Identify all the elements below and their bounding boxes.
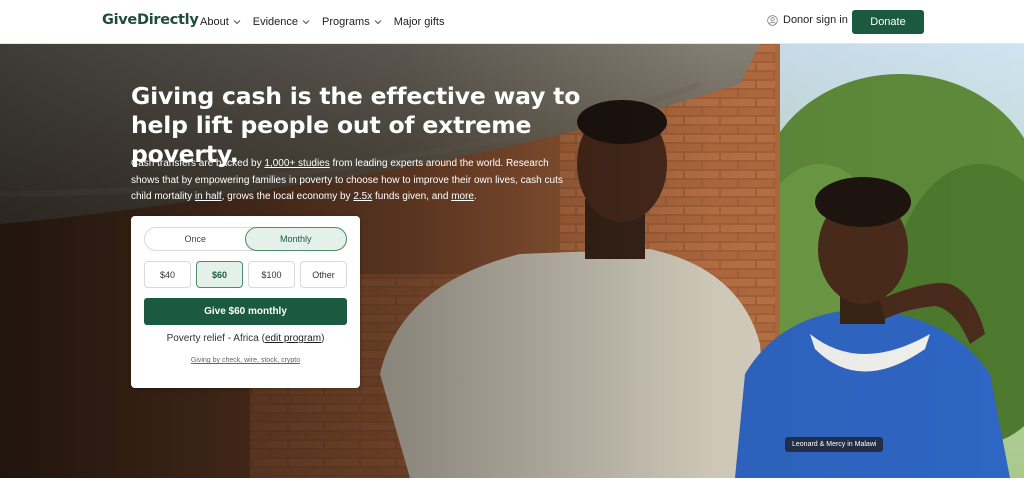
amount-60[interactable]: $60 bbox=[196, 261, 243, 288]
more-link[interactable]: more bbox=[451, 191, 474, 202]
nav-major-gifts-label: Major gifts bbox=[393, 16, 445, 28]
studies-link[interactable]: 1,000+ studies bbox=[264, 158, 329, 169]
economy-multiplier-link[interactable]: 2.5x bbox=[353, 191, 372, 202]
give-button[interactable]: Give $60 monthly bbox=[144, 298, 347, 325]
nav-about-label: About bbox=[200, 16, 229, 28]
subcopy-text: . bbox=[473, 191, 477, 202]
donate-card: Once Monthly $40 $60 $100 Other Give $60… bbox=[131, 216, 360, 388]
program-line: Poverty relief - Africa (edit program) bbox=[131, 333, 360, 344]
chevron-down-icon bbox=[233, 20, 241, 25]
nav-about[interactable]: About bbox=[200, 16, 241, 28]
nav-evidence[interactable]: Evidence bbox=[253, 16, 310, 28]
amount-other[interactable]: Other bbox=[300, 261, 347, 288]
site-header: GiveDirectly About Evidence Programs Maj… bbox=[0, 0, 1024, 44]
main-nav: About Evidence Programs Major gifts bbox=[200, 0, 456, 44]
nav-evidence-label: Evidence bbox=[252, 16, 299, 28]
program-prefix: Poverty relief - Africa ( bbox=[166, 333, 265, 344]
hero-section: Giving cash is the effective way to help… bbox=[0, 44, 1024, 478]
donor-signin-label: Donor sign in bbox=[783, 14, 848, 26]
other-giving-methods-link[interactable]: Giving by check, wire, stock, crypto bbox=[131, 357, 360, 364]
frequency-once[interactable]: Once bbox=[145, 228, 246, 250]
program-suffix: ) bbox=[321, 333, 325, 344]
amount-100[interactable]: $100 bbox=[248, 261, 295, 288]
chevron-down-icon bbox=[302, 20, 310, 25]
donate-button[interactable]: Donate bbox=[852, 10, 924, 34]
subcopy-text: funds given, and bbox=[372, 191, 452, 202]
site-logo[interactable]: GiveDirectly bbox=[102, 12, 199, 28]
frequency-toggle: Once Monthly bbox=[144, 227, 347, 251]
nav-programs-label: Programs bbox=[322, 16, 370, 28]
user-icon bbox=[767, 14, 778, 26]
amount-options: $40 $60 $100 Other bbox=[144, 261, 347, 288]
chevron-down-icon bbox=[374, 20, 382, 25]
photo-caption: Leonard & Mercy in Malawi bbox=[785, 437, 884, 452]
donor-signin-link[interactable]: Donor sign in bbox=[767, 14, 848, 26]
hero-subcopy: Cash transfers are backed by 1,000+ stud… bbox=[131, 156, 571, 206]
amount-40[interactable]: $40 bbox=[144, 261, 191, 288]
subcopy-text: Cash transfers are backed by bbox=[131, 158, 265, 169]
subcopy-text: , grows the local economy by bbox=[221, 191, 354, 202]
frequency-monthly[interactable]: Monthly bbox=[244, 227, 347, 251]
edit-program-link[interactable]: edit program bbox=[265, 333, 321, 344]
in-half-link[interactable]: in half bbox=[195, 191, 222, 202]
nav-major-gifts[interactable]: Major gifts bbox=[394, 16, 445, 28]
nav-programs[interactable]: Programs bbox=[322, 16, 382, 28]
